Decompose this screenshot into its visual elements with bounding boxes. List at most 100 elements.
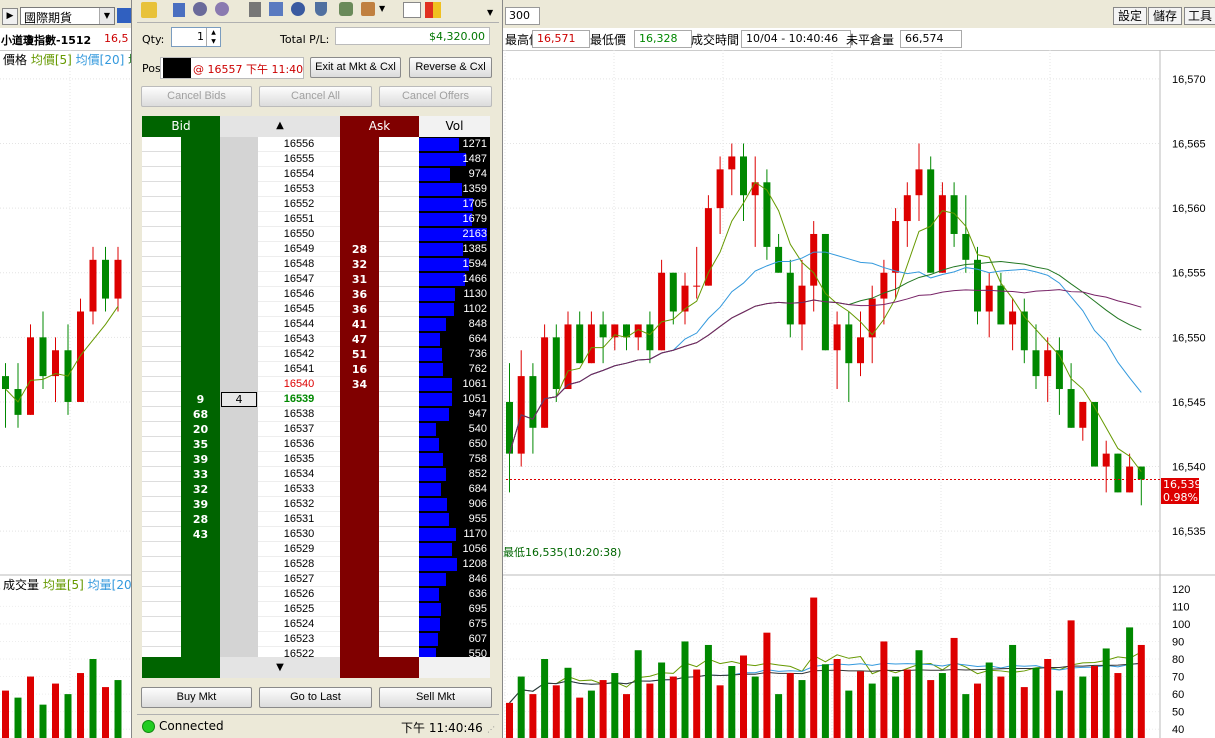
bid-size-cell[interactable] <box>181 632 220 647</box>
ladder-row[interactable]: 43 16530 1170 <box>142 527 490 542</box>
price-cell[interactable]: 16545 <box>258 302 340 317</box>
bid-size-cell[interactable]: 68 <box>181 407 220 422</box>
cancel-bids-button[interactable]: Cancel Bids <box>141 86 252 107</box>
ask-size-cell[interactable] <box>340 167 379 182</box>
bid-order-cell[interactable] <box>142 272 181 287</box>
ask-order-cell[interactable] <box>379 602 419 617</box>
ladder-row[interactable]: 16529 1056 <box>142 542 490 557</box>
ask-order-cell[interactable] <box>379 512 419 527</box>
col-header-vol[interactable]: Vol <box>419 116 490 137</box>
ladder-row[interactable]: 16553 1359 <box>142 182 490 197</box>
ask-order-cell[interactable] <box>379 227 419 242</box>
ladder-row[interactable]: 16554 974 <box>142 167 490 182</box>
ladder-row[interactable]: 16542 51 736 <box>142 347 490 362</box>
ask-size-cell[interactable]: 28 <box>340 242 379 257</box>
ask-order-cell[interactable] <box>379 542 419 557</box>
bid-size-cell[interactable] <box>181 212 220 227</box>
ladder-row[interactable]: 39 16532 906 <box>142 497 490 512</box>
ask-order-cell[interactable] <box>379 197 419 212</box>
bid-order-cell[interactable] <box>142 587 181 602</box>
working-order-cell[interactable] <box>220 512 258 527</box>
scroll-down-icon[interactable]: ▼ <box>220 657 340 678</box>
price-cell[interactable]: 16547 <box>258 272 340 287</box>
ask-size-cell[interactable] <box>340 152 379 167</box>
ladder-row[interactable]: 16552 1705 <box>142 197 490 212</box>
ladder-row[interactable]: 16524 675 <box>142 617 490 632</box>
ask-order-cell[interactable] <box>379 632 419 647</box>
ask-size-cell[interactable] <box>340 527 379 542</box>
bid-size-cell[interactable] <box>181 182 220 197</box>
price-cell[interactable]: 16524 <box>258 617 340 632</box>
bid-size-cell[interactable]: 39 <box>181 452 220 467</box>
col-header-bid[interactable]: Bid <box>142 116 220 137</box>
bid-size-cell[interactable] <box>181 197 220 212</box>
ladder-row[interactable]: 16548 32 1594 <box>142 257 490 272</box>
chevron-down-icon[interactable]: ▼ <box>379 4 385 13</box>
tool-icon[interactable] <box>249 2 261 17</box>
working-order-cell[interactable] <box>220 467 258 482</box>
ask-size-cell[interactable]: 47 <box>340 332 379 347</box>
working-order-cell[interactable] <box>220 527 258 542</box>
ask-size-cell[interactable] <box>340 407 379 422</box>
ask-size-cell[interactable]: 36 <box>340 287 379 302</box>
bid-order-cell[interactable] <box>142 347 181 362</box>
pencil-icon[interactable] <box>141 2 157 18</box>
sell-mkt-button[interactable]: Sell Mkt <box>379 687 492 708</box>
ladder-row[interactable]: 16528 1208 <box>142 557 490 572</box>
ask-order-cell[interactable] <box>379 587 419 602</box>
settings-button[interactable]: 設定 <box>1113 7 1147 25</box>
bid-size-cell[interactable]: 32 <box>181 482 220 497</box>
interval-field[interactable]: 300 <box>505 7 540 25</box>
bid-size-cell[interactable]: 9 <box>181 392 220 407</box>
price-cell[interactable]: 16536 <box>258 437 340 452</box>
ladder-row[interactable]: 16526 636 <box>142 587 490 602</box>
bid-order-cell[interactable] <box>142 317 181 332</box>
bid-order-cell[interactable] <box>142 302 181 317</box>
bid-order-cell[interactable] <box>142 512 181 527</box>
price-cell[interactable]: 16556 <box>258 137 340 152</box>
ask-order-cell[interactable] <box>379 572 419 587</box>
working-order-cell[interactable] <box>220 557 258 572</box>
price-cell[interactable]: 16529 <box>258 542 340 557</box>
ask-size-cell[interactable]: 41 <box>340 317 379 332</box>
ask-order-cell[interactable] <box>379 557 419 572</box>
ask-order-cell[interactable] <box>379 497 419 512</box>
price-cell[interactable]: 16528 <box>258 557 340 572</box>
ladder-row[interactable]: 16551 1679 <box>142 212 490 227</box>
bid-order-cell[interactable] <box>142 497 181 512</box>
ladder-row[interactable]: 39 16535 758 <box>142 452 490 467</box>
ask-size-cell[interactable] <box>340 392 379 407</box>
panel-menu-icon[interactable]: ▼ <box>487 8 493 17</box>
working-order-cell[interactable] <box>220 617 258 632</box>
ask-order-cell[interactable] <box>379 257 419 272</box>
ask-size-cell[interactable] <box>340 182 379 197</box>
price-cell[interactable]: 16533 <box>258 482 340 497</box>
ladder-row[interactable]: 68 16538 947 <box>142 407 490 422</box>
price-cell[interactable]: 16526 <box>258 587 340 602</box>
ask-size-cell[interactable] <box>340 452 379 467</box>
price-cell[interactable]: 16550 <box>258 227 340 242</box>
bid-order-cell[interactable] <box>142 137 181 152</box>
ladder-row[interactable]: 16523 607 <box>142 632 490 647</box>
ladder-row[interactable]: 16549 28 1385 <box>142 242 490 257</box>
ask-size-cell[interactable] <box>340 542 379 557</box>
ladder-row[interactable]: 16546 36 1130 <box>142 287 490 302</box>
bid-size-cell[interactable]: 43 <box>181 527 220 542</box>
ask-size-cell[interactable] <box>340 572 379 587</box>
ask-size-cell[interactable] <box>340 467 379 482</box>
bid-order-cell[interactable] <box>142 437 181 452</box>
ladder-row[interactable]: 28 16531 955 <box>142 512 490 527</box>
ladder-row[interactable]: 35 16536 650 <box>142 437 490 452</box>
bid-order-cell[interactable] <box>142 377 181 392</box>
calculator-icon[interactable] <box>173 3 185 17</box>
price-cell[interactable]: 16549 <box>258 242 340 257</box>
bid-size-cell[interactable] <box>181 617 220 632</box>
market-select[interactable]: 國際期貨 ▼ <box>20 7 115 25</box>
bid-order-cell[interactable] <box>142 572 181 587</box>
ladder-row[interactable]: 9 4 16539 1051 <box>142 392 490 407</box>
cancel-offers-button[interactable]: Cancel Offers <box>379 86 492 107</box>
price-cell[interactable]: 16554 <box>258 167 340 182</box>
ask-size-cell[interactable] <box>340 482 379 497</box>
ask-size-cell[interactable]: 36 <box>340 302 379 317</box>
bid-size-cell[interactable] <box>181 227 220 242</box>
